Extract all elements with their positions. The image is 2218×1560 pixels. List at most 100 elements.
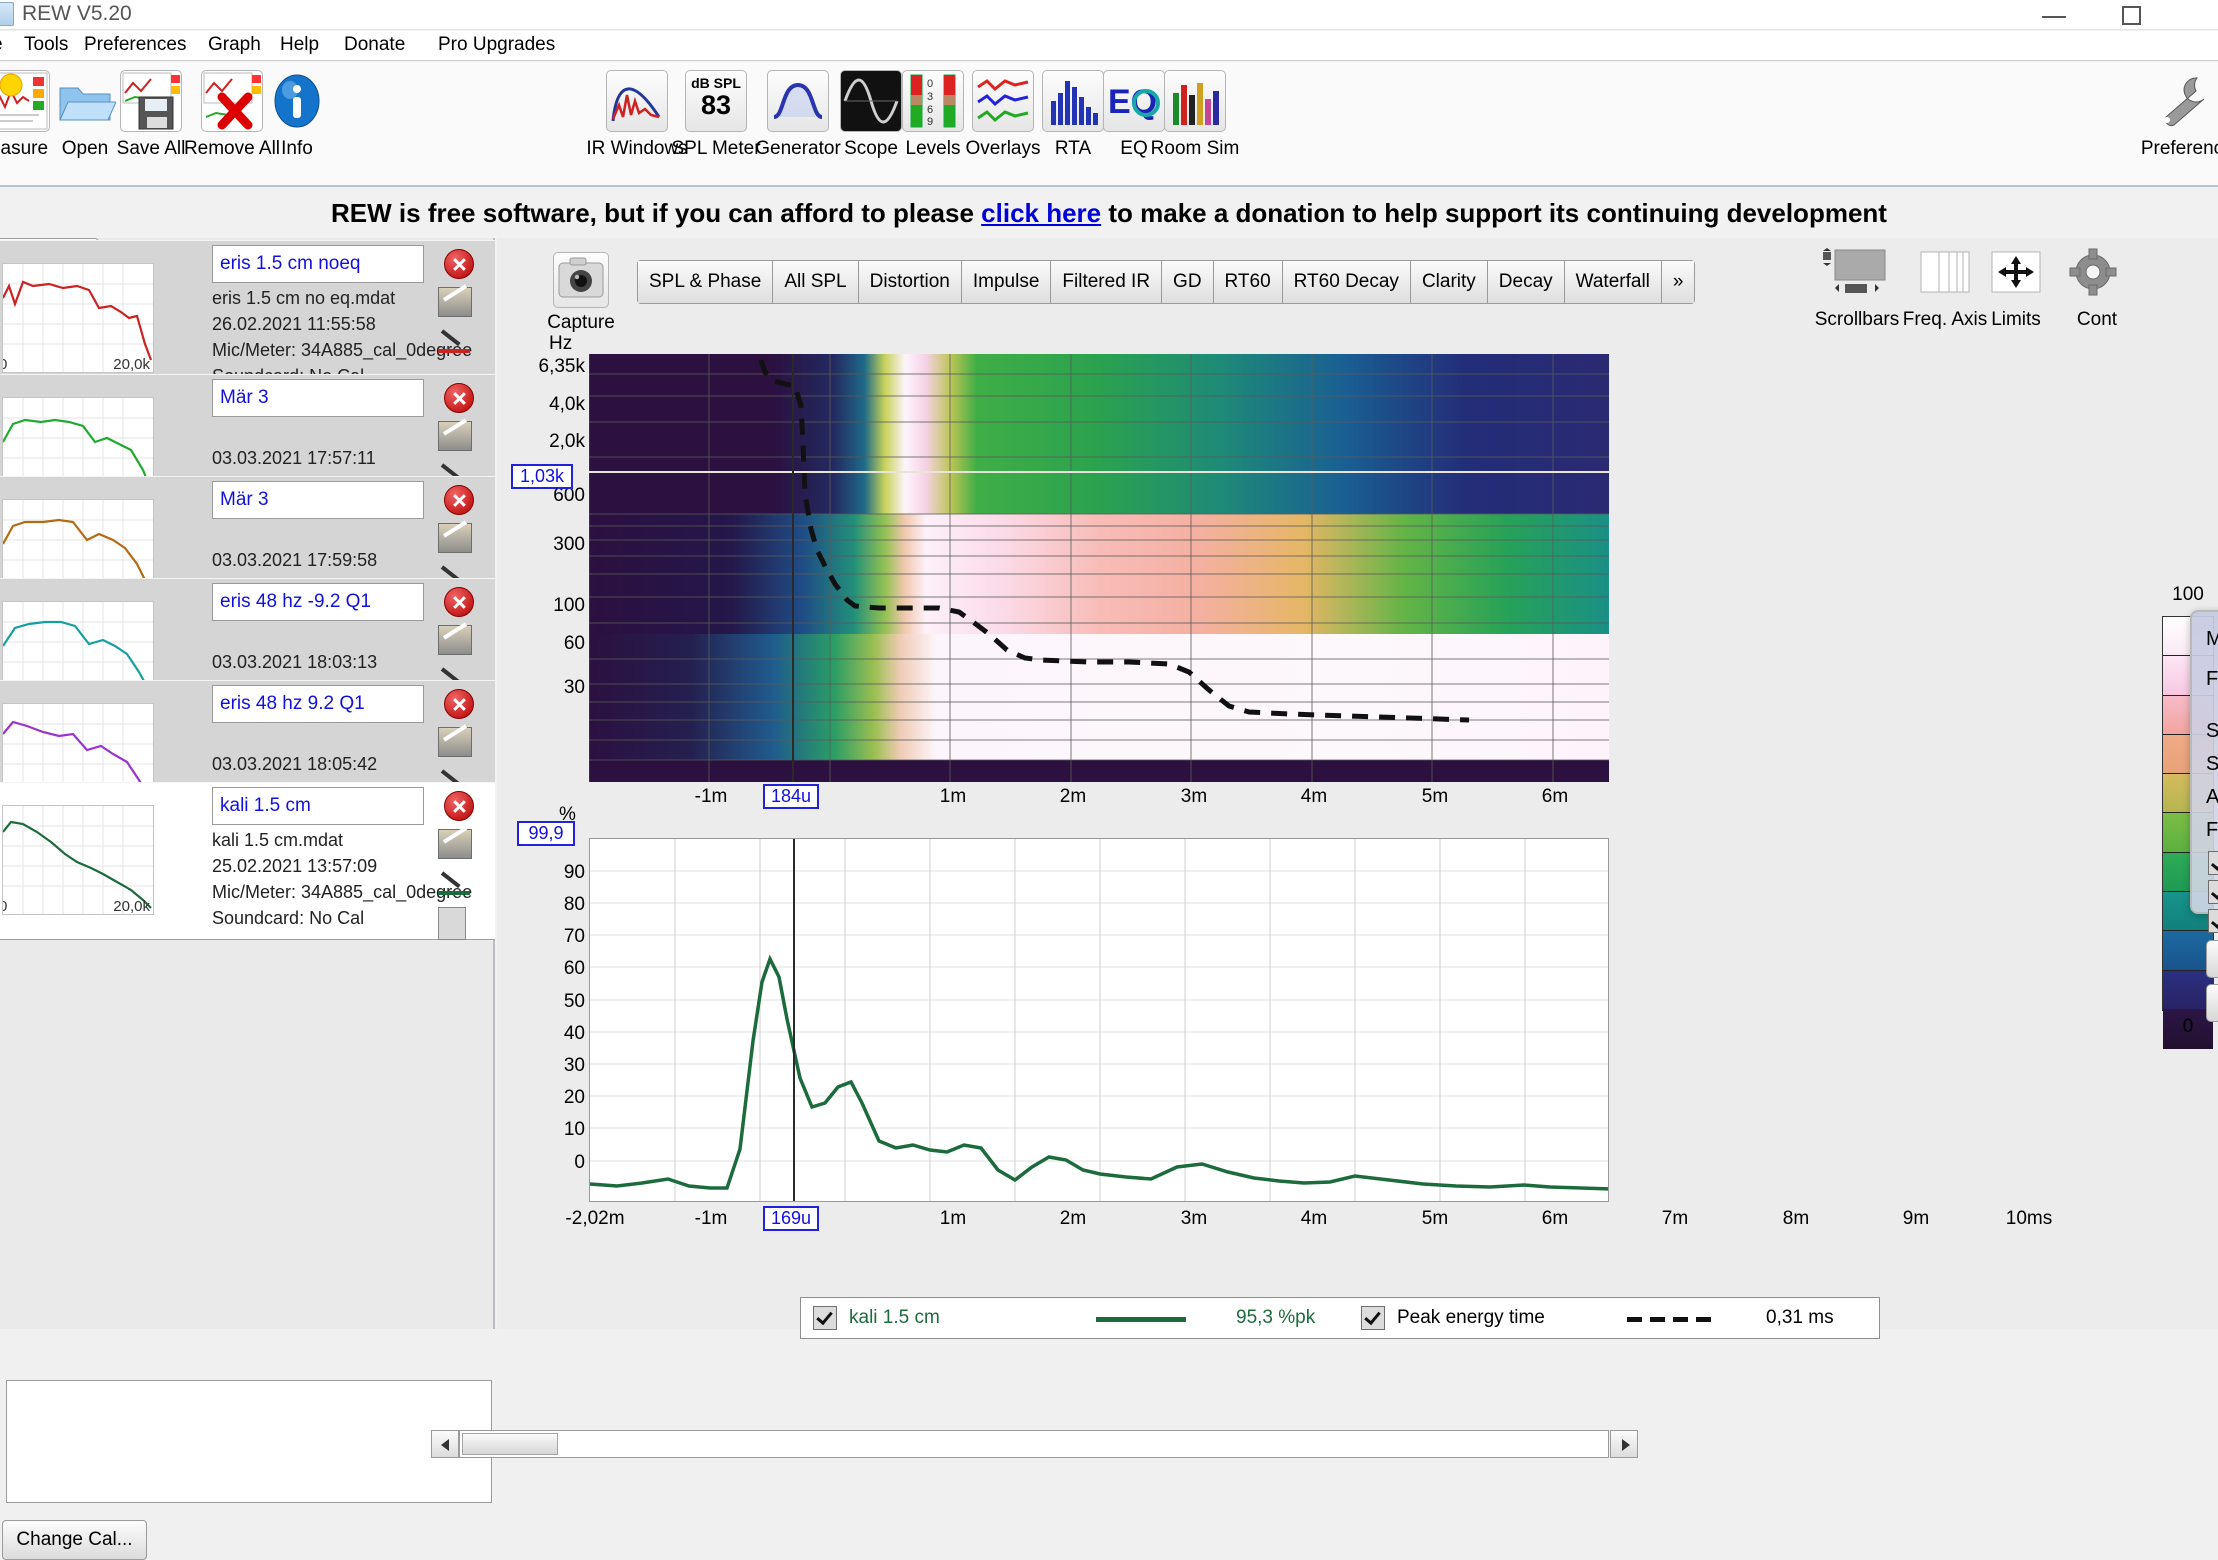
slice-xtick-9: 7m (1661, 1208, 1689, 1229)
measurement-name-5[interactable]: kali 1.5 cm (212, 787, 424, 825)
show-slice-checkbox[interactable] (2208, 909, 2218, 933)
spl-meter-icon: dB SPL 83 (685, 70, 747, 132)
autogenerate-checkbox-row[interactable]: Auto generate on settings change (2208, 878, 2218, 908)
spectrogram-cursor-frequency-chip[interactable]: 1,03k (511, 464, 573, 489)
menu-item-pro-upgrades[interactable]: Pro Upgrades (438, 34, 555, 56)
slice-ytick-6: 40 (563, 1023, 585, 1044)
slice-ytick-7: 30 (563, 1055, 585, 1076)
delete-measurement-icon-2[interactable] (444, 485, 474, 515)
tab-spl-phase[interactable]: SPL & Phase (638, 261, 774, 303)
legend-trace-checkbox[interactable] (813, 1306, 837, 1330)
normalise-checkbox[interactable] (2208, 851, 2218, 875)
menu-item-tools[interactable]: Tools (24, 34, 68, 56)
notes-textarea[interactable] (6, 1380, 492, 1503)
save-measurement-icon-3[interactable] (438, 625, 472, 655)
capture-button[interactable]: Capture (533, 252, 629, 334)
tab-all-spl[interactable]: All SPL (773, 261, 859, 303)
measurement-name-1[interactable]: Mär 3 (212, 379, 424, 417)
measurement-name-4[interactable]: eris 48 hz 9.2 Q1 (212, 685, 424, 723)
measurement-mic-5: Mic/Meter: 34A885_cal_0degree (212, 882, 473, 902)
measurement-thumbnail-5: 0 20,0k (2, 805, 154, 915)
menu-item-donate[interactable]: Donate (344, 34, 405, 56)
energy-slice-chart[interactable] (589, 838, 1609, 1202)
change-cal-button[interactable]: Change Cal... (2, 1520, 147, 1560)
normalise-checkbox-row[interactable]: Normalise to peak at each frequency (2208, 849, 2218, 879)
spec-ytick-8: 30 (563, 677, 585, 698)
minimize-button[interactable] (2020, 0, 2092, 30)
tab-waterfall[interactable]: Waterfall (1564, 261, 1662, 303)
notes-document-icon-5[interactable] (438, 907, 466, 940)
tab-rt60-decay[interactable]: RT60 Decay (1282, 261, 1411, 303)
toolbar-button-room-sim[interactable]: Room Sim (1141, 70, 1249, 160)
app-icon (0, 2, 14, 26)
title-bar: REW V5.20 (0, 0, 2218, 30)
wavelet-spectrogram[interactable] (589, 354, 1609, 782)
show-slice-checkbox-row[interactable]: Show slice at cursor (2208, 907, 2218, 937)
menu-item-help[interactable]: Help (280, 34, 319, 56)
apply-default-settings-button[interactable]: Apply default settings (2206, 984, 2218, 1022)
save-measurement-icon-2[interactable] (438, 523, 472, 553)
tab-rt60[interactable]: RT60 (1213, 261, 1283, 303)
save-measurement-icon-0[interactable] (438, 287, 472, 317)
edit-color-pen-icon-0[interactable] (438, 329, 472, 355)
slice-ytick-8: 20 (563, 1087, 585, 1108)
tab-overflow-more[interactable]: » (1661, 261, 1695, 303)
toolbar-button-info[interactable]: Info (243, 70, 351, 160)
measurement-card-5[interactable]: 0 20,0k kali 1.5 cm kali 1.5 cm.mdat 25.… (0, 782, 495, 940)
slice-ytick-3: 70 (563, 926, 585, 947)
save-measurement-icon-4[interactable] (438, 727, 472, 757)
measurement-name-3[interactable]: eris 48 hz -9.2 Q1 (212, 583, 424, 621)
chart-scroll-left-button[interactable] (431, 1430, 459, 1458)
maximize-button[interactable] (2100, 0, 2172, 30)
appearance-settings-button[interactable]: Appearance settings (2206, 940, 2218, 978)
delete-measurement-icon-4[interactable] (444, 689, 474, 719)
donate-link[interactable]: click here (981, 198, 1101, 228)
spectrogram-vertical-cursor[interactable] (792, 354, 794, 782)
delete-measurement-icon-3[interactable] (444, 587, 474, 617)
tab-gd[interactable]: GD (1162, 261, 1214, 303)
window-title: REW V5.20 (22, 2, 132, 25)
spectrogram-cursor-time-chip[interactable]: 184u (763, 784, 819, 809)
autogenerate-checkbox[interactable] (2208, 880, 2218, 904)
measurement-card-0[interactable]: 0 20,0k eris 1.5 cm noeq eris 1.5 cm no … (0, 240, 495, 386)
room-sim-icon (1164, 70, 1226, 132)
freq-resolution-label: Freq. Resolution: (2206, 668, 2218, 690)
legend-peak-checkbox[interactable] (1361, 1306, 1385, 1330)
slice-vertical-cursor[interactable] (793, 839, 795, 1201)
tab-decay[interactable]: Decay (1487, 261, 1565, 303)
tab-distortion[interactable]: Distortion (858, 261, 962, 303)
menu-item-file[interactable]: e (0, 34, 3, 56)
toolbar-label-info: Info (281, 138, 313, 159)
slice-cursor-time-chip[interactable]: 169u (763, 1206, 819, 1231)
delete-measurement-icon-1[interactable] (444, 383, 474, 413)
spectrogram-horizontal-cursor[interactable] (589, 471, 1609, 473)
spec-ytick-2: 2,0k (549, 431, 585, 452)
save-measurement-icon-5[interactable] (438, 829, 472, 859)
delete-measurement-icon-5[interactable] (444, 791, 474, 821)
menu-item-preferences[interactable]: Preferences (84, 34, 186, 56)
edit-color-pen-icon-5[interactable] (438, 871, 472, 897)
controls-button[interactable]: Cont (2042, 248, 2152, 331)
tab-clarity[interactable]: Clarity (1410, 261, 1488, 303)
measurement-name-0[interactable]: eris 1.5 cm noeq (212, 245, 424, 283)
tab-filtered-ir[interactable]: Filtered IR (1051, 261, 1163, 303)
thumb-x-right-5: 20,0k (113, 898, 150, 915)
slice-xtick-0: -2,02m (565, 1208, 625, 1229)
graph-panel: Capture SPL & Phase All SPL Distortion I… (431, 238, 2218, 1458)
toolbar-label-preferences: Preferenc (2140, 138, 2218, 159)
spec-ytick-5: 300 (553, 534, 585, 555)
measurement-name-2[interactable]: Mär 3 (212, 481, 424, 519)
save-measurement-icon-1[interactable] (438, 421, 472, 451)
slice-ytick-5: 50 (563, 991, 585, 1012)
svg-text:9: 9 (927, 116, 933, 128)
tab-impulse[interactable]: Impulse (961, 261, 1052, 303)
chart-horizontal-scrollbar[interactable] (459, 1430, 1609, 1458)
measurement-timestamp-1: 03.03.2021 17:57:11 (212, 448, 376, 468)
chart-scroll-right-button[interactable] (1610, 1430, 1638, 1458)
delete-measurement-icon-0[interactable] (444, 249, 474, 279)
menu-item-graph[interactable]: Graph (208, 34, 261, 56)
rew-application-window: REW V5.20 e Tools Preferences Graph Help… (0, 0, 2218, 1560)
chart-scrollbar-thumb[interactable] (462, 1433, 558, 1455)
toolbar-button-preferences[interactable]: Preferenc (2128, 70, 2218, 160)
spec-ytick-6: 100 (553, 595, 585, 616)
